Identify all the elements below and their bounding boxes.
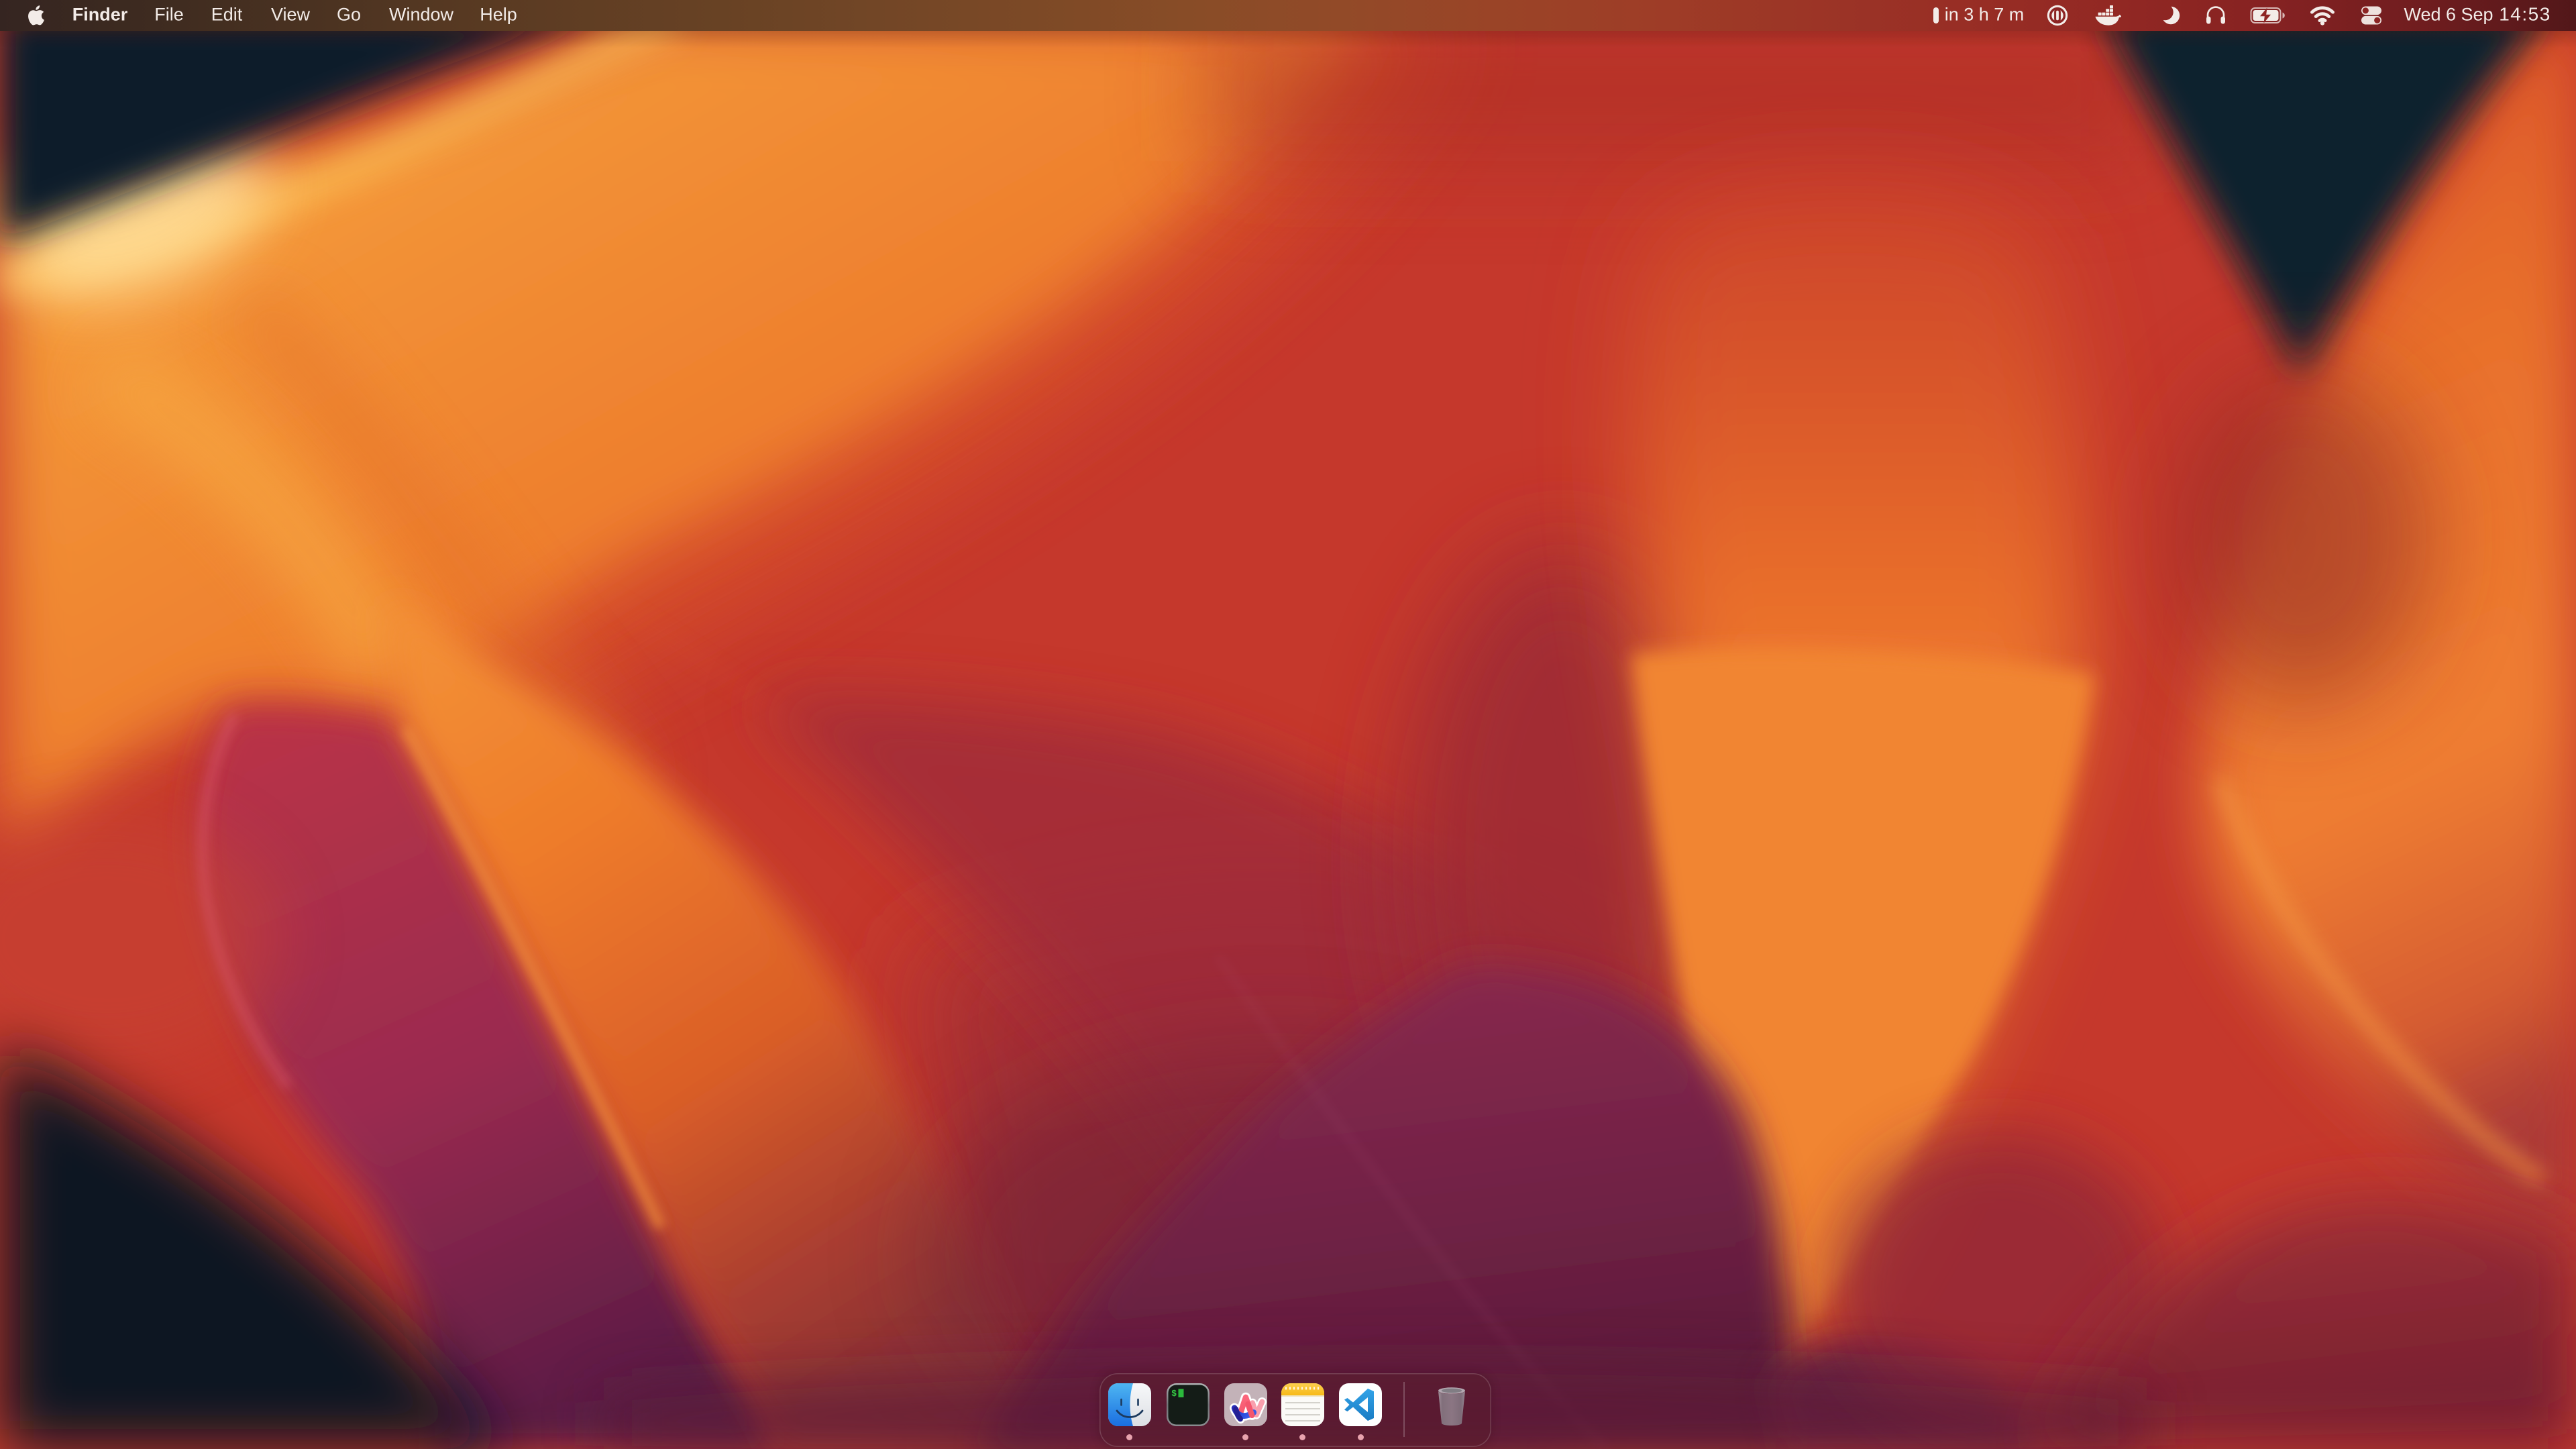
svg-text:$: $: [1172, 1388, 1177, 1398]
